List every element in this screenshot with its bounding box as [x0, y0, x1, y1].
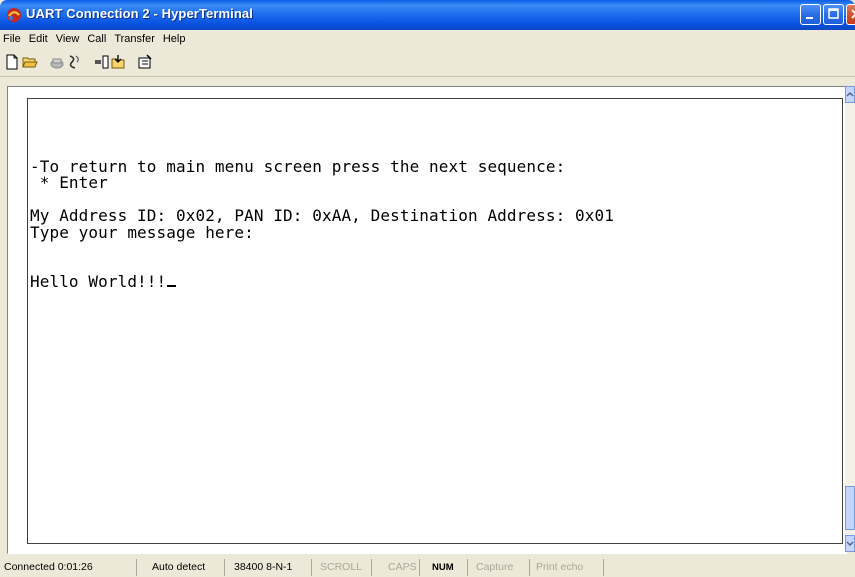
status-detect: Auto detect: [148, 559, 225, 576]
maximize-icon: [828, 8, 839, 19]
terminal-line: -To return to main menu screen press the…: [30, 156, 566, 176]
menu-view[interactable]: View: [52, 30, 84, 45]
status-num: NUM: [428, 559, 468, 576]
chevron-down-icon: [846, 541, 854, 546]
toolbar: [0, 50, 855, 77]
status-scroll: SCROLL: [316, 559, 372, 576]
scroll-thumb[interactable]: [845, 486, 855, 530]
vertical-scrollbar[interactable]: [845, 86, 855, 552]
status-connection: Connected 0:01:26: [0, 559, 137, 576]
terminal-frame: -To return to main menu screen press the…: [7, 86, 847, 554]
open-icon[interactable]: [22, 54, 38, 70]
status-capture: Capture: [472, 559, 530, 576]
scroll-down-button[interactable]: [845, 535, 855, 552]
new-connection-icon[interactable]: [4, 54, 20, 70]
terminal-line: * Enter: [30, 173, 108, 192]
minimize-button[interactable]: [800, 4, 821, 25]
status-print-echo: Print echo: [532, 559, 604, 576]
minimize-icon: [806, 17, 813, 19]
properties-icon[interactable]: [137, 54, 153, 70]
menu-transfer[interactable]: Transfer: [110, 30, 159, 45]
status-bar: Connected 0:01:26 Auto detect 38400 8-N-…: [0, 557, 855, 577]
chevron-up-icon: [846, 92, 854, 97]
menu-help[interactable]: Help: [159, 30, 190, 45]
terminal-line: Type your message here:: [30, 222, 254, 242]
menu-file[interactable]: File: [0, 30, 25, 45]
maximize-button[interactable]: [823, 4, 844, 25]
send-file-icon[interactable]: [94, 54, 110, 70]
receive-file-icon[interactable]: [110, 54, 126, 70]
terminal-screen[interactable]: -To return to main menu screen press the…: [27, 98, 843, 544]
window-title: UART Connection 2 - HyperTerminal: [26, 6, 253, 21]
close-icon: [851, 9, 855, 19]
hyperterminal-window: UART Connection 2 - HyperTerminal File Ed…: [0, 0, 855, 577]
connect-icon[interactable]: [66, 54, 82, 70]
status-caps: CAPS: [384, 559, 420, 576]
typed-message: Hello World!!!: [30, 272, 167, 291]
title-bar[interactable]: UART Connection 2 - HyperTerminal: [0, 0, 855, 30]
scroll-up-button[interactable]: [845, 86, 855, 103]
status-settings: 38400 8-N-1: [230, 559, 312, 576]
menu-bar: File Edit View Call Transfer Help: [0, 30, 855, 50]
disconnect-icon[interactable]: [49, 54, 65, 70]
text-cursor: [167, 285, 177, 287]
hyperterminal-icon: [7, 8, 21, 22]
terminal-input-line: Hello World!!!: [30, 272, 614, 291]
menu-call[interactable]: Call: [83, 30, 110, 45]
menu-edit[interactable]: Edit: [25, 30, 52, 45]
close-button[interactable]: [846, 4, 855, 25]
terminal-output: -To return to main menu screen press the…: [30, 142, 614, 291]
